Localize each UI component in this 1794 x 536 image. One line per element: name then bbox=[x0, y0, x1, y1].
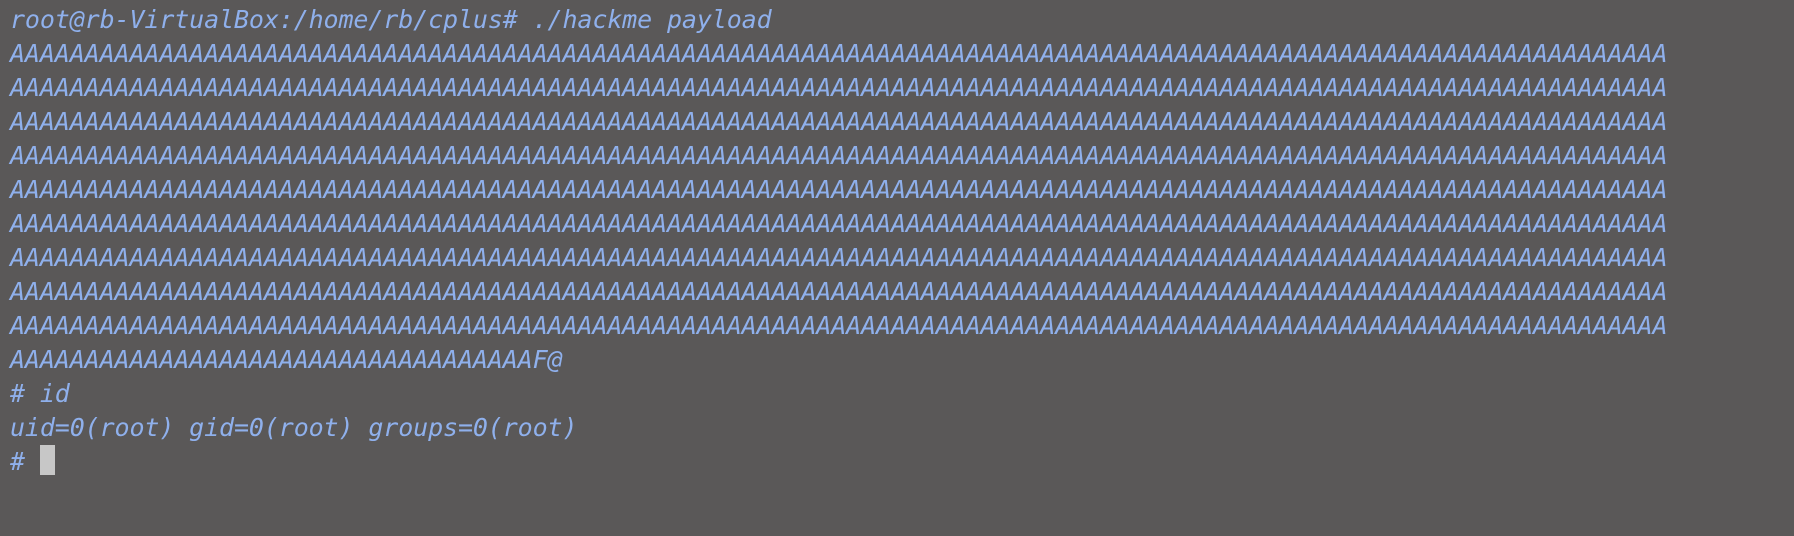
terminal-window[interactable]: root@rb-VirtualBox:/home/rb/cplus# ./hac… bbox=[0, 0, 1794, 536]
text-cursor bbox=[39, 445, 55, 475]
output-line: AAAAAAAAAAAAAAAAAAAAAAAAAAAAAAAAAAAAAAAA… bbox=[10, 243, 1668, 272]
output-line: AAAAAAAAAAAAAAAAAAAAAAAAAAAAAAAAAAAAAAAA… bbox=[10, 175, 1668, 204]
output-line: uid=0(root) gid=0(root) groups=0(root) bbox=[10, 413, 578, 442]
output-line: AAAAAAAAAAAAAAAAAAAAAAAAAAAAAAAAAAAF@ bbox=[10, 345, 563, 374]
output-line: AAAAAAAAAAAAAAAAAAAAAAAAAAAAAAAAAAAAAAAA… bbox=[10, 39, 1668, 68]
output-line: AAAAAAAAAAAAAAAAAAAAAAAAAAAAAAAAAAAAAAAA… bbox=[10, 277, 1668, 306]
command-line: root@rb-VirtualBox:/home/rb/cplus# ./hac… bbox=[10, 5, 772, 34]
output-line: AAAAAAAAAAAAAAAAAAAAAAAAAAAAAAAAAAAAAAAA… bbox=[10, 73, 1668, 102]
prompt-line[interactable]: # bbox=[10, 445, 1794, 479]
command-line: # id bbox=[10, 379, 70, 408]
shell-prompt: # bbox=[10, 447, 40, 476]
output-line: AAAAAAAAAAAAAAAAAAAAAAAAAAAAAAAAAAAAAAAA… bbox=[10, 107, 1668, 136]
output-line: AAAAAAAAAAAAAAAAAAAAAAAAAAAAAAAAAAAAAAAA… bbox=[10, 141, 1668, 170]
output-line: AAAAAAAAAAAAAAAAAAAAAAAAAAAAAAAAAAAAAAAA… bbox=[10, 311, 1668, 340]
output-line: AAAAAAAAAAAAAAAAAAAAAAAAAAAAAAAAAAAAAAAA… bbox=[10, 209, 1668, 238]
